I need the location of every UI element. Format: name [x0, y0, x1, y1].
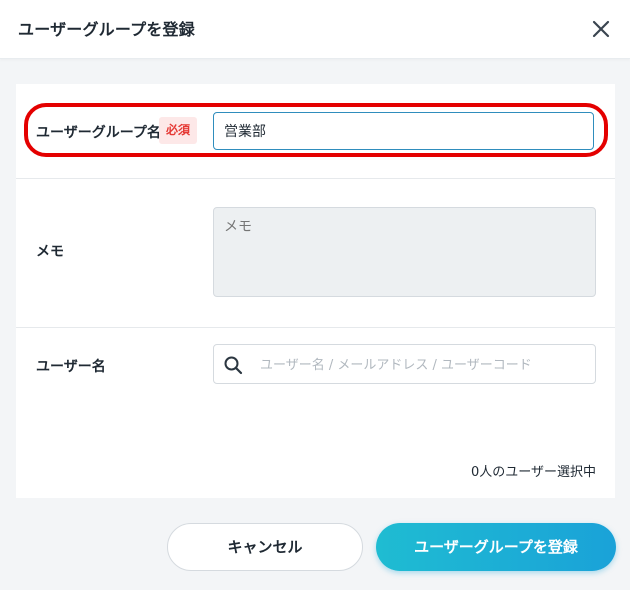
- required-badge: 必須: [159, 117, 197, 144]
- memo-textarea[interactable]: [213, 207, 596, 297]
- group-name-row: ユーザーグループ名 必須: [16, 84, 615, 178]
- memo-label: メモ: [36, 244, 64, 260]
- search-icon: [224, 356, 243, 375]
- register-group-dialog: ユーザーグループを登録 ユーザーグループ名 必須 メモ ユーザー名: [0, 0, 630, 590]
- selected-count: 0人のユーザー選択中: [470, 465, 596, 480]
- form-card: ユーザーグループ名 必須 メモ ユーザー名 0人のユーザー選択中: [16, 84, 615, 498]
- users-label: ユーザー名: [36, 359, 106, 375]
- group-name-label: ユーザーグループ名: [36, 125, 161, 141]
- dialog-title: ユーザーグループを登録: [18, 20, 195, 39]
- group-name-input[interactable]: [213, 112, 594, 150]
- close-button[interactable]: [588, 16, 614, 42]
- memo-row: メモ: [16, 179, 615, 327]
- user-search-box[interactable]: [213, 344, 596, 385]
- dialog-header: ユーザーグループを登録: [0, 0, 630, 59]
- users-row: ユーザー名 0人のユーザー選択中: [16, 328, 615, 498]
- close-icon: [592, 20, 610, 38]
- user-search-input[interactable]: [258, 345, 592, 385]
- cancel-button[interactable]: キャンセル: [167, 523, 363, 571]
- register-group-button[interactable]: ユーザーグループを登録: [376, 523, 616, 571]
